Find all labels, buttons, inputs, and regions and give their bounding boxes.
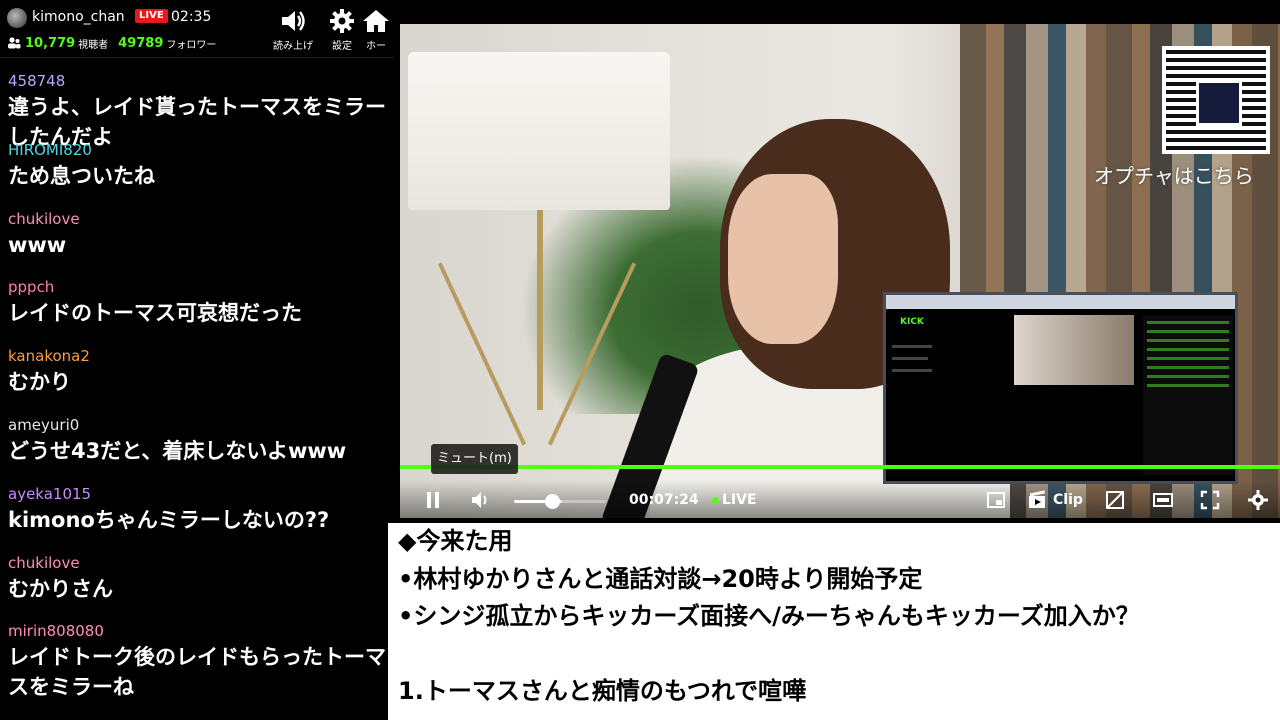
avatar[interactable]: [7, 8, 27, 28]
chat-text: レイドのトーマス可哀想だった: [8, 301, 302, 326]
agenda-heading: ◆今来た用: [398, 527, 513, 555]
chat-username[interactable]: kanakona2: [8, 345, 394, 367]
pip-icon[interactable]: [986, 490, 1006, 510]
chat-text: ため息ついたね: [8, 163, 155, 188]
chat-message-list[interactable]: 458748 違うよ、レイド貰ったトーマスをミラーしたんだよ HIROMI820…: [0, 70, 394, 699]
inner-sidebar-item: [892, 345, 932, 348]
fullscreen-icon[interactable]: [1200, 490, 1220, 510]
pause-icon[interactable]: [424, 490, 442, 510]
follower-label: フォロワー: [166, 39, 217, 51]
chat-message: chukilove www: [0, 208, 394, 277]
chat-text: どうせ43だと、着床しないよwww: [8, 438, 347, 463]
chat-text: kimonoちゃんミラーしないの??: [8, 507, 330, 532]
live-dot-icon: [712, 497, 719, 504]
chat-text: レイドトーク後のレイドもらったトーマスをミラーね: [8, 645, 386, 700]
agenda-item: 1.トーマスさんと痴情のもつれで喧嘩: [398, 677, 807, 705]
video-player[interactable]: オプチャはこちら KICK ミュート(m) 00:07:24 LIVE Clip: [400, 24, 1280, 518]
chat-message: pppch レイドのトーマス可哀想だった: [0, 276, 394, 345]
progress-bar[interactable]: [400, 465, 1280, 469]
inner-kick-logo: KICK: [900, 317, 924, 327]
streamer-face: [728, 174, 838, 344]
chat-username[interactable]: HIROMI820: [8, 139, 394, 161]
home-label: ホー: [366, 41, 386, 52]
volume-slider-track[interactable]: [562, 500, 606, 503]
theater-mode-icon[interactable]: [1153, 490, 1173, 510]
chat-message: ameyuri0 どうせ43だと、着床しないよwww: [0, 414, 394, 483]
read-aloud-label: 読み上げ: [273, 41, 313, 52]
chat-text: むかり: [8, 370, 71, 395]
chat-message: 458748 違うよ、レイド貰ったトーマスをミラーしたんだよ: [0, 70, 394, 149]
settings-gear-icon[interactable]: [1248, 490, 1268, 510]
qr-caption: オプチャはこちら: [1094, 164, 1254, 188]
chat-username[interactable]: mirin808080: [8, 620, 394, 642]
chat-text: www: [8, 232, 67, 257]
inner-chat: [1143, 315, 1233, 475]
browser-tabbar: [886, 295, 1235, 309]
viewer-label: 視聴者: [78, 39, 109, 51]
shared-screen: KICK: [883, 292, 1238, 484]
viewers-icon: [8, 37, 21, 49]
clip-icon[interactable]: [1027, 490, 1049, 510]
mute-tooltip: ミュート(m): [431, 444, 518, 474]
uptime: 02:35: [171, 9, 212, 25]
agenda-panel: ◆今来た用 •林村ゆかりさんと通話対談→20時より開始予定 •シンジ孤立からキッ…: [388, 523, 1280, 720]
chat-username[interactable]: 458748: [8, 70, 394, 92]
inner-sidebar-item: [892, 369, 932, 372]
chat-username[interactable]: chukilove: [8, 552, 394, 574]
follower-count: 49789: [118, 35, 164, 51]
live-badge: LIVE: [135, 9, 168, 23]
chat-header: kimono_chan LIVE 02:35 10,779 視聴者 49789 …: [0, 0, 394, 58]
qr-code: [1162, 46, 1270, 154]
lamp-shade: [408, 52, 670, 210]
live-indicator[interactable]: LIVE: [722, 492, 757, 508]
chat-username[interactable]: chukilove: [8, 208, 394, 230]
chat-message: HIROMI820 ため息ついたね: [0, 139, 394, 208]
inner-video: [1014, 315, 1134, 385]
channel-name[interactable]: kimono_chan: [32, 8, 125, 26]
chat-text: むかりさん: [8, 576, 113, 601]
chat-panel: kimono_chan LIVE 02:35 10,779 視聴者 49789 …: [0, 0, 394, 720]
chat-message: kanakona2 むかり: [0, 345, 394, 414]
chat-username[interactable]: ayeka1015: [8, 483, 394, 505]
playback-time: 00:07:24: [629, 492, 699, 508]
volume-slider-knob[interactable]: [545, 494, 560, 509]
chat-message: chukilove むかりさん: [0, 552, 394, 621]
volume-icon[interactable]: [470, 490, 492, 510]
agenda-item: •林村ゆかりさんと通話対談→20時より開始予定: [398, 564, 923, 593]
gear-icon: [330, 9, 354, 33]
inner-sidebar-item: [892, 357, 928, 360]
agenda-item: •シンジ孤立からキッカーズ面接へ/みーちゃんもキッカーズ加入か？: [398, 602, 1140, 630]
read-aloud-button[interactable]: 読み上げ: [268, 8, 318, 54]
quality-icon[interactable]: [1105, 490, 1125, 510]
chat-username[interactable]: ameyuri0: [8, 414, 394, 436]
viewer-count: 10,779: [25, 35, 76, 51]
chat-username[interactable]: pppch: [8, 276, 394, 298]
home-icon: [363, 10, 389, 32]
agenda-spacer: [398, 636, 1280, 674]
home-button[interactable]: ホー: [358, 8, 394, 54]
lamp-pole: [537, 210, 543, 410]
speaker-icon: [282, 11, 305, 31]
chat-message: mirin808080 レイドトーク後のレイドもらったトーマスをミラーね: [0, 620, 394, 699]
stats-row: 10,779 視聴者 49789 フォロワー: [7, 35, 226, 51]
clip-button[interactable]: Clip: [1053, 492, 1083, 508]
player-controls: 00:07:24 LIVE Clip: [400, 480, 1280, 518]
chat-message: ayeka1015 kimonoちゃんミラーしないの??: [0, 483, 394, 552]
